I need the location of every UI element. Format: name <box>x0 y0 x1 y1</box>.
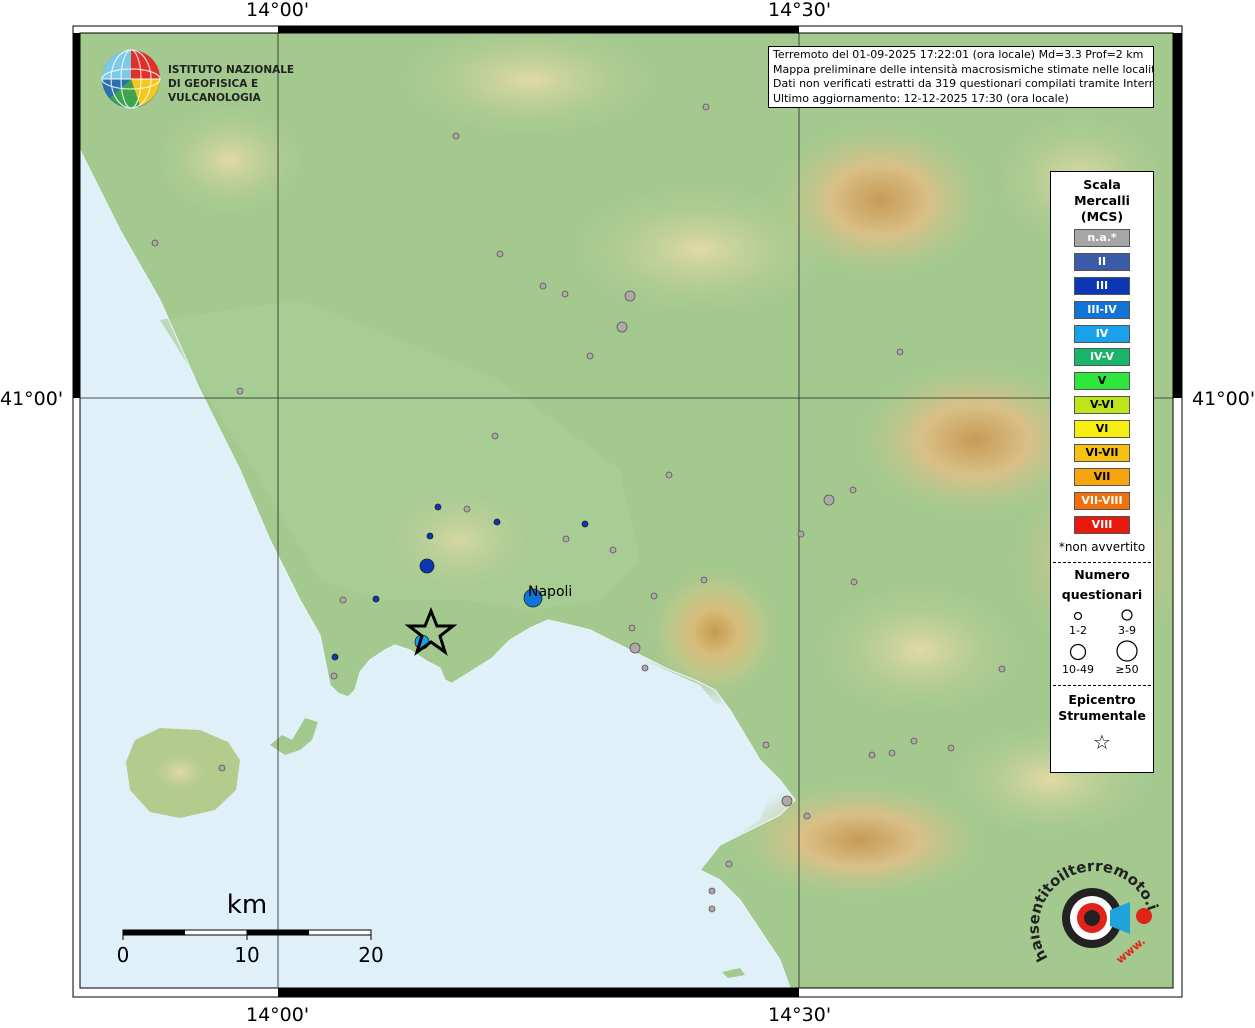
legend-divider <box>1053 561 1151 563</box>
coord-top-left: 14°00' <box>246 0 310 21</box>
coord-right-lat: 41°00' <box>1192 388 1255 410</box>
scale-label-20: 20 <box>358 943 383 967</box>
haisentito-logo: haisentitoilterremoto.it www. <box>1025 826 1162 980</box>
legend-swatch: II <box>1074 252 1130 271</box>
logo-line-1: ISTITUTO NAZIONALE <box>168 64 295 76</box>
count-title: Numero questionari <box>1051 565 1153 605</box>
scale-label-0: 0 <box>117 943 130 967</box>
legend-swatch: VII <box>1074 467 1130 486</box>
epicenter-title-line-2: Strumentale <box>1058 707 1146 723</box>
count-title-line-1: Numero <box>1074 566 1130 582</box>
event-info-box: Terremoto del 01-09-2025 17:22:01 (ora l… <box>768 46 1154 108</box>
haisentito-url: www. <box>1114 935 1148 967</box>
intensity-swatches: n.a.* II III III-IV IV IV-V V V-VI VI VI-VII VII VI… <box>1051 229 1153 534</box>
info-line-1: Terremoto del 01-09-2025 17:22:01 (ora l… <box>773 48 1144 61</box>
legend-note: *non avvertito <box>1058 539 1146 554</box>
legend-swatch: IV <box>1074 324 1130 343</box>
coord-top-right: 14°30' <box>768 0 832 21</box>
count-label-3-9: 3-9 <box>1118 624 1136 637</box>
coord-bottom-right: 14°30' <box>768 1004 832 1026</box>
legend-swatch: VI-VII <box>1074 444 1130 463</box>
count-label-10-49: 10-49 <box>1062 663 1094 673</box>
legend-swatch: V <box>1074 372 1130 391</box>
legend-title-line-3: (MCS) <box>1080 209 1124 224</box>
haisentito-icon: haisentitoilterremoto.it www. <box>1025 826 1162 967</box>
ingv-logo: ISTITUTO NAZIONALE DI GEOFISICA E VULCAN… <box>100 46 320 112</box>
legend-swatch: VII-VIII <box>1074 491 1130 510</box>
info-line-2: Mappa preliminare delle intensità macros… <box>773 62 1154 76</box>
epicenter-star-icon: ☆ <box>1093 729 1111 754</box>
legend-swatch: n.a.* <box>1074 229 1130 247</box>
legend-title-line-2: Mercalli <box>1074 193 1130 208</box>
legend-swatch: III-IV <box>1074 300 1130 319</box>
legend-title: Scala Mercalli (MCS) <box>1051 177 1153 225</box>
globe-icon <box>101 49 161 109</box>
count-label-50: ≥50 <box>1115 663 1138 673</box>
scale-label-10: 10 <box>234 943 259 967</box>
legend-title-line-1: Scala <box>1083 177 1121 192</box>
coord-bottom-left: 14°00' <box>246 1004 310 1026</box>
legend-swatch: IV-V <box>1074 348 1130 367</box>
count-label-1-2: 1-2 <box>1069 624 1087 637</box>
info-line-4: Ultimo aggiornamento: 12-12-2025 17:30 (… <box>773 91 1069 105</box>
legend-swatch: VIII <box>1074 515 1130 534</box>
logo-line-2: DI GEOFISICA E VULCANOLOGIA <box>168 78 261 104</box>
scale-unit: km <box>227 890 267 920</box>
epicenter-title: Epicentro Strumentale <box>1051 692 1153 724</box>
count-symbols: 1-2 3-9 10-49 ≥50 <box>1062 608 1139 676</box>
legend-swatch: VI <box>1074 420 1130 439</box>
epicenter-title-line-1: Epicentro <box>1068 691 1136 707</box>
count-title-line-2: questionari <box>1061 586 1143 602</box>
coord-left-lat: 41°00' <box>0 388 64 410</box>
legend-swatch: V-VI <box>1074 396 1130 415</box>
place-label-napoli: Napoli <box>528 584 572 600</box>
legend: Scala Mercalli (MCS) n.a.* II III III-IV IV I… <box>1050 171 1154 773</box>
info-line-3: Dati non verificati estratti da 319 ques… <box>773 77 1154 90</box>
legend-swatch: III <box>1074 276 1130 295</box>
legend-divider-2 <box>1053 684 1151 686</box>
